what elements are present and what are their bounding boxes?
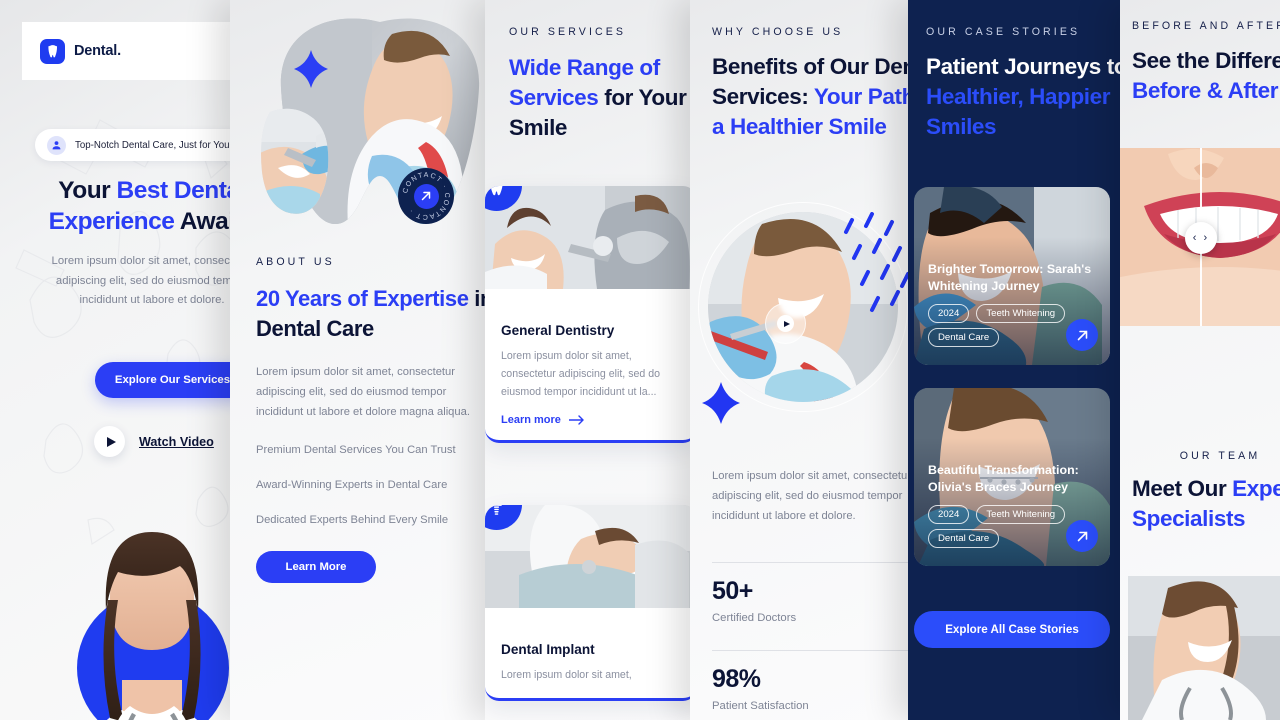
service-image	[485, 505, 697, 608]
learn-more-button[interactable]: Learn More	[256, 551, 376, 583]
sparkle-icon	[702, 382, 740, 424]
brand-logo[interactable]: Dental.	[40, 38, 121, 64]
case-tag-row: Dental Care	[928, 328, 1000, 347]
panel-about: CONTACT · CONTACT · ABOUT US 20 Years of…	[230, 0, 490, 720]
services-eyebrow: OUR SERVICES	[509, 26, 627, 38]
about-heading: 20 Years of Expertise in Dental Care	[256, 286, 490, 341]
case-tag-row: 2024 Teeth Whitening	[928, 304, 1066, 323]
service-card-body: General Dentistry Lorem ipsum dolor sit …	[485, 289, 697, 440]
case-tag-row: 2024 Teeth Whitening	[928, 505, 1066, 524]
team-header: OUR TEAM Meet Our Expert Dental Speciali…	[1132, 450, 1280, 534]
case-open-arrow-icon[interactable]	[1066, 520, 1098, 552]
cases-header: OUR CASE STORIES Patient Journeys to Hea…	[926, 26, 1120, 142]
why-header: WHY CHOOSE US Benefits of Our Dental Ser…	[712, 26, 915, 142]
list-item: Award-Winning Experts in Dental Care	[256, 479, 448, 491]
panel-services: OUR SERVICES Wide Range of Services for …	[485, 0, 705, 720]
why-paragraph: Lorem ipsum dolor sit amet, consectetur …	[712, 470, 911, 522]
case-title: Brighter Tomorrow: Sarah's Whitening Jou…	[928, 262, 1092, 293]
dentist-avatar-icon	[47, 135, 66, 155]
before-after-slider[interactable]: ‹ ›	[1120, 148, 1280, 326]
service-description: Lorem ipsum dolor sit amet,	[501, 669, 632, 681]
explore-services-button[interactable]: Explore Our Services	[95, 362, 250, 398]
explore-all-case-stories-button[interactable]: Explore All Case Stories	[914, 611, 1110, 648]
screenshot-canvas: Dental. Top-Notch Dental Care, Just for …	[0, 0, 1280, 720]
service-card-body: Dental Implant Lorem ipsum dolor sit ame…	[485, 608, 697, 698]
cases-eyebrow: OUR CASE STORIES	[926, 26, 1081, 38]
contact-badge[interactable]: CONTACT · CONTACT ·	[398, 168, 454, 224]
stat-number: 98%	[712, 665, 761, 693]
before-after-heading: See the Difference: Before & After	[1132, 48, 1280, 103]
service-card[interactable]: General Dentistry Lorem ipsum dolor sit …	[485, 186, 697, 443]
dentist-portrait-photo	[1128, 576, 1280, 720]
case-tag-row: Dental Care	[928, 529, 1000, 548]
case-tag: Teeth Whitening	[976, 505, 1066, 524]
tooth-logo-icon	[40, 38, 65, 64]
arrow-right-icon	[568, 415, 584, 425]
stat-item: 98% Patient Satisfaction	[712, 650, 915, 712]
panel-before-after: BEFORE AND AFTER See the Difference: Bef…	[1120, 0, 1280, 720]
cases-heading: Patient Journeys to Healthier, Happier S…	[926, 54, 1120, 139]
why-eyebrow: WHY CHOOSE US	[712, 26, 844, 38]
svg-text:CONTACT · CONTACT ·: CONTACT · CONTACT ·	[402, 172, 450, 220]
case-tag: Dental Care	[928, 529, 1000, 548]
sparkle-icon	[294, 50, 328, 88]
dental-implant-photo	[485, 505, 697, 608]
stat-item: 50+ Certified Doctors	[712, 562, 915, 624]
case-card[interactable]: Beautiful Transformation: Olivia's Brace…	[914, 388, 1110, 566]
team-eyebrow: OUR TEAM	[1179, 450, 1261, 462]
watch-video-label: Watch Video	[139, 434, 214, 449]
play-icon	[777, 315, 794, 332]
play-video-button[interactable]	[765, 303, 806, 344]
about-eyebrow: ABOUT US	[256, 256, 335, 268]
list-item: Dedicated Experts Behind Every Smile	[256, 514, 449, 526]
team-member-photo	[1128, 576, 1280, 720]
before-after-header: BEFORE AND AFTER See the Difference: Bef…	[1132, 20, 1280, 106]
about-content: ABOUT US 20 Years of Expertise in Dental…	[256, 256, 490, 583]
case-tag: Teeth Whitening	[976, 304, 1066, 323]
contact-rotating-text: CONTACT · CONTACT ·	[402, 172, 450, 220]
case-title: Beautiful Transformation: Olivia's Brace…	[928, 463, 1079, 494]
slider-handle[interactable]: ‹ ›	[1185, 222, 1217, 254]
services-heading: Wide Range of Services for Your Best Smi…	[509, 55, 705, 140]
stat-number: 50+	[712, 577, 753, 605]
brand-name: Dental.	[74, 43, 121, 59]
stat-caption: Certified Doctors	[712, 612, 797, 624]
service-title: Dental Implant	[501, 642, 595, 657]
hero-badge-text: Top-Notch Dental Care, Just for You	[75, 139, 230, 151]
case-tag: Dental Care	[928, 328, 1000, 347]
service-title: General Dentistry	[501, 323, 615, 338]
about-paragraph: Lorem ipsum dolor sit amet, consectetur …	[256, 366, 470, 418]
services-header: OUR SERVICES Wide Range of Services for …	[509, 26, 705, 143]
panel-why-choose-us: WHY CHOOSE US Benefits of Our Dental Ser…	[690, 0, 915, 720]
case-tag: 2024	[928, 505, 970, 524]
dentist-working-photo	[485, 186, 697, 289]
about-bullet-list: Premium Dental Services You Can Trust Aw…	[256, 440, 490, 530]
case-open-arrow-icon[interactable]	[1066, 319, 1098, 351]
dental-treatment-photo	[261, 108, 329, 214]
dash-decoration	[844, 212, 910, 312]
panel-case-stories: OUR CASE STORIES Patient Journeys to Hea…	[908, 0, 1120, 720]
learn-more-label: Learn more	[501, 414, 561, 426]
team-heading: Meet Our Expert Dental Specialists	[1132, 476, 1280, 531]
service-card[interactable]: Dental Implant Lorem ipsum dolor sit ame…	[485, 505, 697, 701]
before-after-eyebrow: BEFORE AND AFTER	[1132, 20, 1280, 32]
list-item: Premium Dental Services You Can Trust	[256, 444, 456, 456]
service-learn-more-link[interactable]: Learn more	[501, 414, 681, 426]
stat-caption: Patient Satisfaction	[712, 700, 809, 712]
watch-video-button[interactable]: Watch Video	[94, 426, 214, 457]
case-tag: 2024	[928, 304, 970, 323]
service-description: Lorem ipsum dolor sit amet, consectetur …	[501, 350, 660, 398]
case-card[interactable]: Brighter Tomorrow: Sarah's Whitening Jou…	[914, 187, 1110, 365]
why-heading: Benefits of Our Dental Services: Your Pa…	[712, 54, 915, 139]
service-image	[485, 186, 697, 289]
play-icon	[94, 426, 125, 457]
